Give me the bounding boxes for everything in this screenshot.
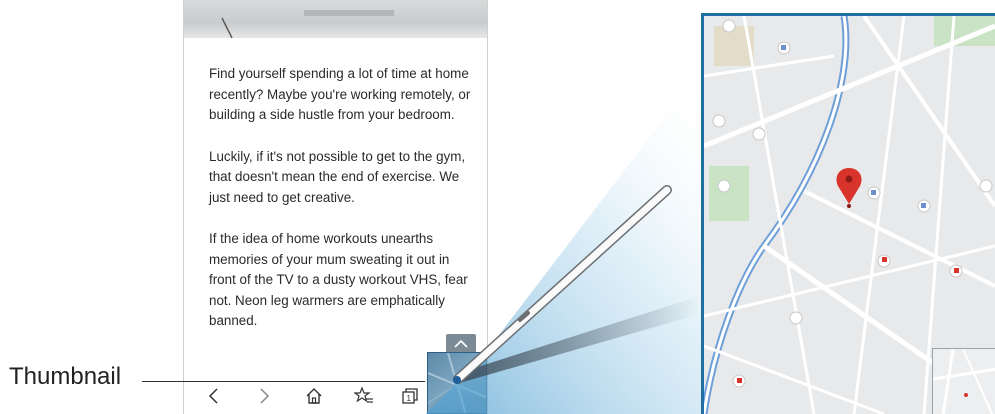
thumbnail-callout-label: Thumbnail (9, 363, 122, 390)
callout-line (142, 381, 425, 382)
light-beam (426, 70, 701, 414)
minimap-art (932, 348, 995, 414)
magnified-map-view[interactable] (701, 13, 995, 414)
map-minimap[interactable] (932, 348, 995, 414)
